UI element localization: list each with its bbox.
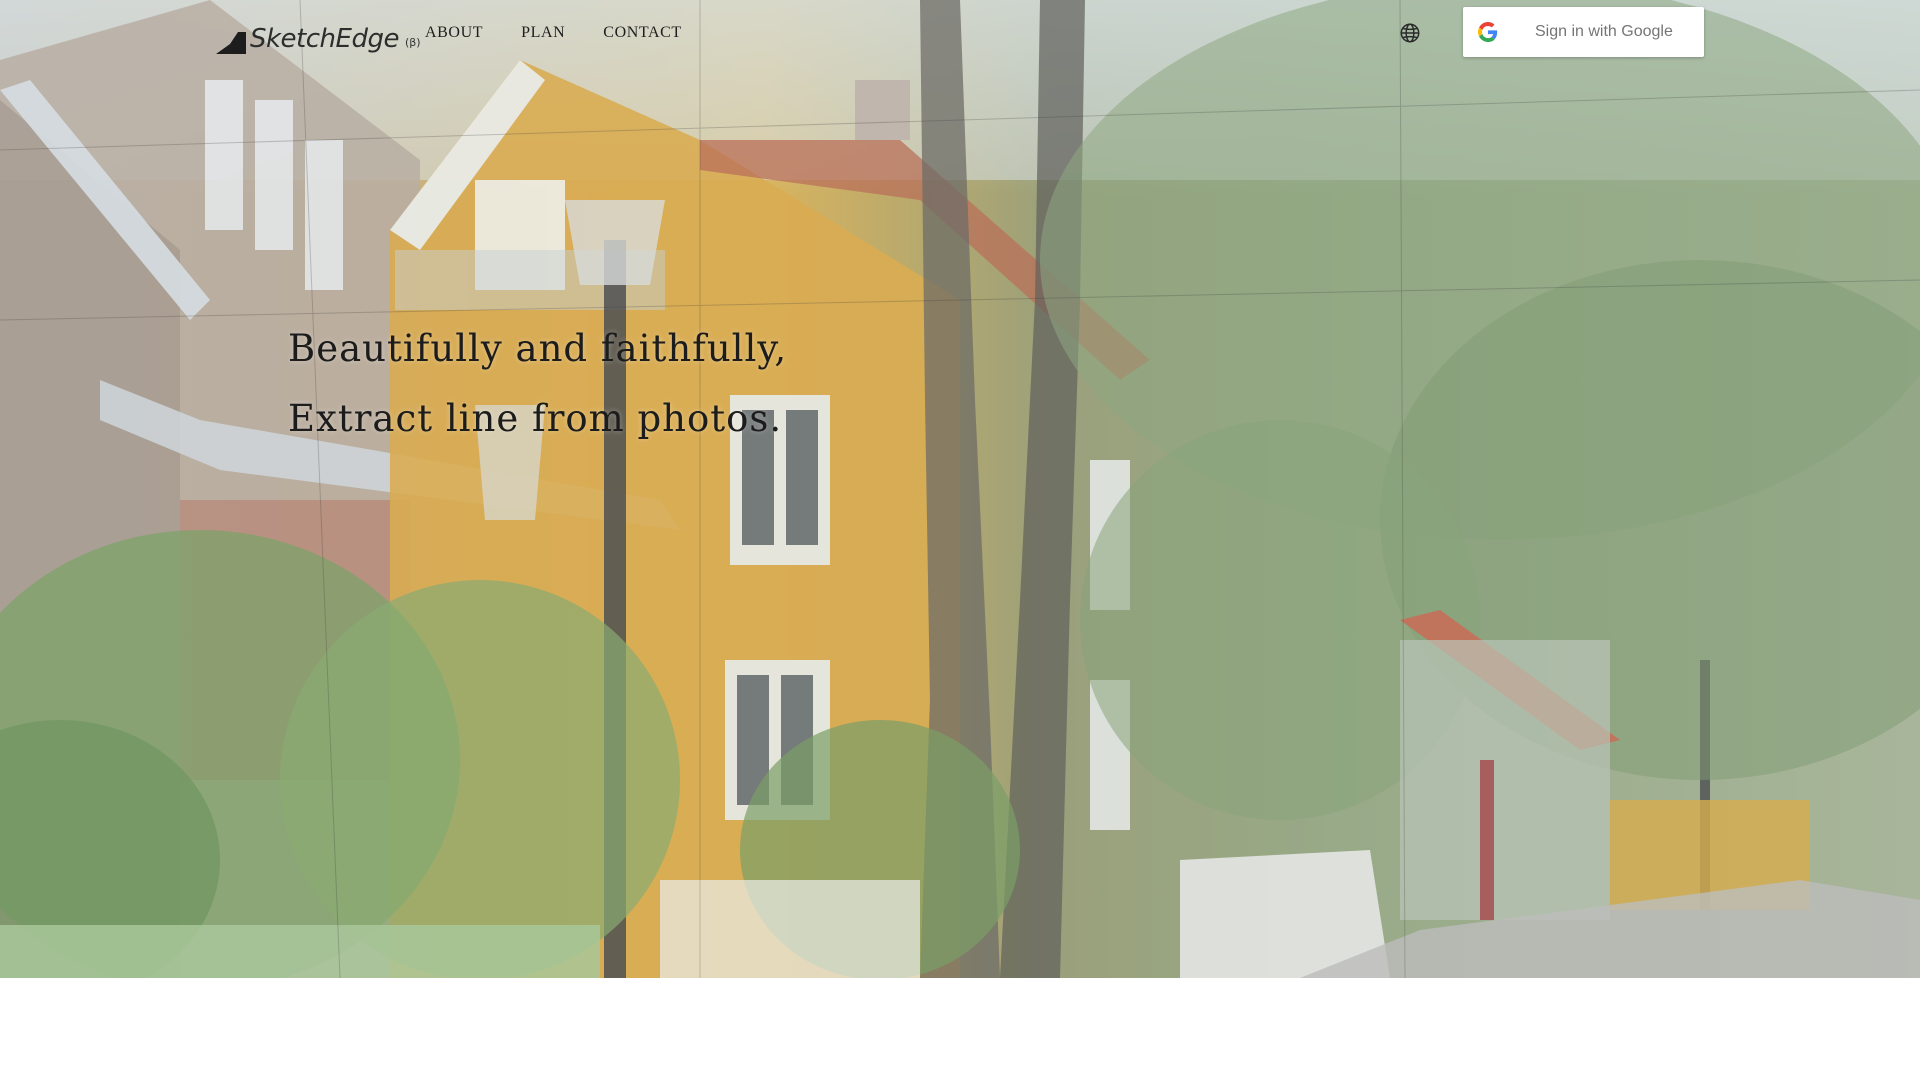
main-nav: ABOUT PLAN CONTACT bbox=[425, 24, 682, 42]
hero-background bbox=[0, 0, 1920, 978]
hero-line-1: Beautifully and faithfully, bbox=[288, 327, 788, 370]
nav-contact[interactable]: CONTACT bbox=[603, 24, 681, 42]
brand-name: SketchEdge bbox=[250, 24, 399, 54]
google-signin-button[interactable]: Sign in with Google bbox=[1463, 7, 1704, 57]
google-g-icon bbox=[1478, 22, 1498, 42]
nav-plan[interactable]: PLAN bbox=[521, 24, 565, 42]
brand-logo[interactable]: SketchEdge (β) bbox=[216, 18, 421, 54]
sketch-photo-illustration bbox=[0, 0, 1920, 978]
mountain-triangle-icon bbox=[216, 32, 246, 54]
signin-label: Sign in with Google bbox=[1535, 23, 1673, 40]
beta-badge: (β) bbox=[404, 36, 421, 49]
nav-about[interactable]: ABOUT bbox=[425, 24, 483, 42]
globe-icon[interactable] bbox=[1399, 22, 1421, 44]
hero-line-2: Extract line from photos. bbox=[288, 397, 783, 440]
top-navigation-bar: SketchEdge (β) ABOUT PLAN CONTACT Sign i… bbox=[0, 0, 1920, 70]
hero-headline: Beautifully and faithfully, Extract line… bbox=[288, 320, 787, 460]
